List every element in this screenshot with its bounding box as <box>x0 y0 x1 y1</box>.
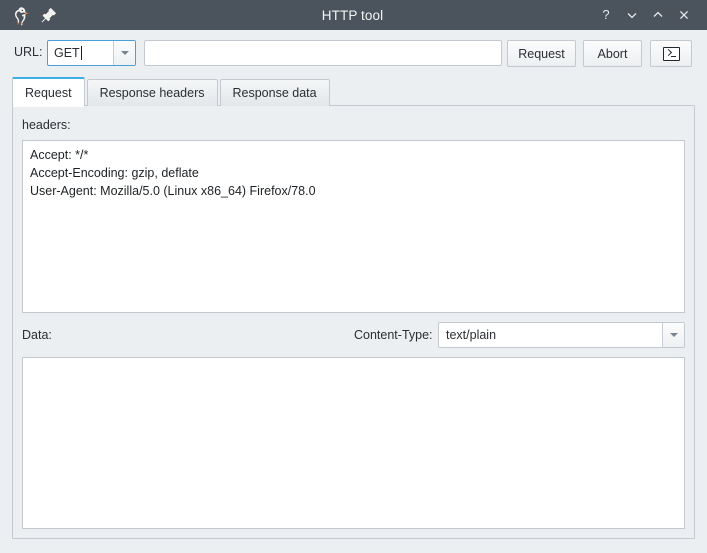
chevron-down-icon <box>120 51 129 55</box>
console-button[interactable] <box>650 40 692 67</box>
url-label: URL: <box>14 45 43 59</box>
pin-icon[interactable] <box>40 6 58 24</box>
chevron-down-icon <box>669 333 678 337</box>
tab-response-headers[interactable]: Response headers <box>86 79 218 106</box>
close-button[interactable] <box>671 2 697 28</box>
method-value[interactable]: GET <box>48 41 113 65</box>
text-cursor <box>80 46 82 60</box>
abort-button[interactable]: Abort <box>583 40 642 67</box>
headers-label: headers: <box>22 118 71 132</box>
http-tool-window: HTTP tool ? URL: GET Request Abort Reque… <box>0 0 707 553</box>
tab-bar: Request Response headers Response data <box>12 77 332 107</box>
tab-request[interactable]: Request <box>12 77 85 107</box>
data-textarea[interactable] <box>22 357 685 529</box>
request-button[interactable]: Request <box>507 40 576 67</box>
content-type-value[interactable]: text/plain <box>439 323 662 347</box>
headers-text: Accept: */* Accept-Encoding: gzip, defla… <box>30 148 316 198</box>
data-text <box>23 358 684 368</box>
minimize-button[interactable] <box>619 2 645 28</box>
svg-text:?: ? <box>602 8 609 22</box>
terminal-icon <box>662 46 680 61</box>
maximize-button[interactable] <box>645 2 671 28</box>
content-type-dropdown-button[interactable] <box>662 323 684 347</box>
url-input[interactable] <box>144 40 502 66</box>
titlebar: HTTP tool ? <box>0 0 707 30</box>
headers-textarea[interactable]: Accept: */* Accept-Encoding: gzip, defla… <box>22 140 685 313</box>
window-title: HTTP tool <box>321 7 384 23</box>
tab-response-data[interactable]: Response data <box>219 79 330 106</box>
help-button[interactable]: ? <box>593 2 619 28</box>
goose-icon <box>8 4 30 26</box>
method-value-text: GET <box>54 46 80 60</box>
data-label: Data: <box>22 328 52 342</box>
content-type-label: Content-Type: <box>354 328 433 342</box>
method-dropdown-button[interactable] <box>113 41 135 65</box>
content-type-combobox[interactable]: text/plain <box>438 322 685 348</box>
titlebar-left-icons <box>0 4 128 26</box>
method-combobox[interactable]: GET <box>47 40 136 66</box>
window-controls: ? <box>577 2 707 28</box>
